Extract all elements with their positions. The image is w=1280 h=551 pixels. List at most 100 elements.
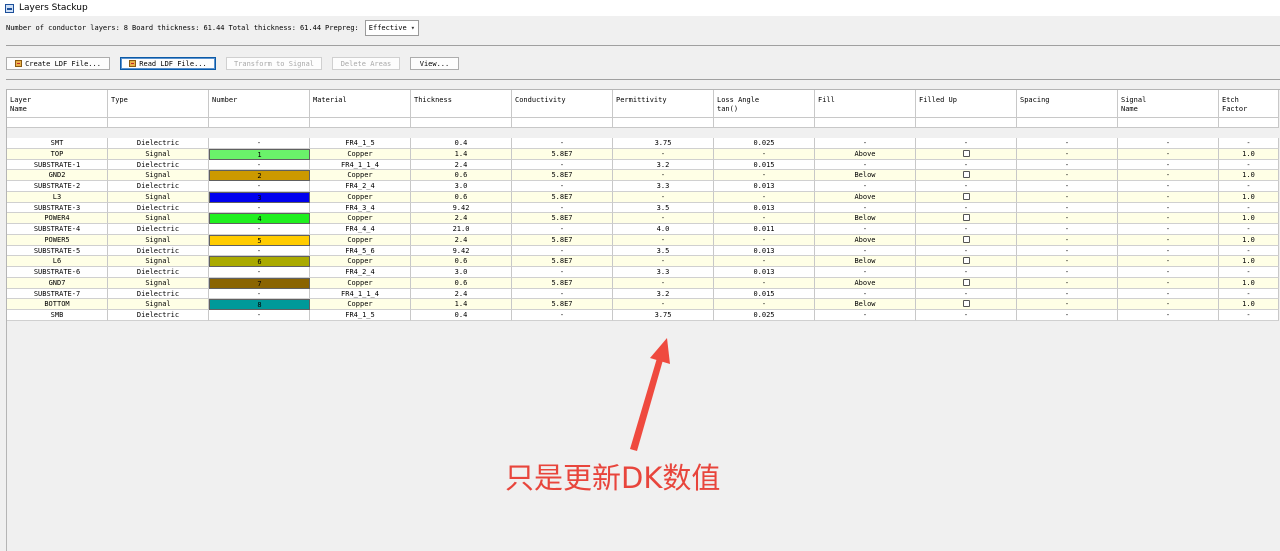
filter-cell-material[interactable] [310,118,411,128]
cell-fill[interactable]: Above [815,234,916,246]
cell-number[interactable]: - [209,245,310,257]
column-header-loss[interactable]: Loss Angle tan() [714,90,815,118]
cell-name[interactable]: SUBSTRATE-2 [7,181,108,192]
filter-cell-number[interactable] [209,118,310,128]
cell-filled-up[interactable] [916,234,1017,246]
filter-cell-etch[interactable] [1219,118,1279,128]
cell-signal-name[interactable]: - [1118,256,1219,267]
column-header-name[interactable]: Layer Name [7,90,108,118]
cell-loss[interactable]: 0.015 [714,288,815,300]
table-row[interactable]: SUBSTRATE-6 Dielectric - FR4_2_4 3.0-3.3 0.01… [7,267,1279,278]
cell-spacing[interactable]: - [1017,277,1118,289]
cell-spacing[interactable]: - [1017,159,1118,171]
cell-filled-up[interactable] [916,299,1017,310]
cell-spacing[interactable]: - [1017,245,1118,257]
read-ldf-button[interactable]: Read LDF File... [120,57,216,70]
cell-conductivity[interactable]: 5.8E7 [512,191,613,203]
filter-cell-type[interactable] [108,118,209,128]
cell-etch[interactable]: 1.0 [1219,191,1279,203]
cell-permittivity[interactable]: - [613,234,714,246]
cell-thickness[interactable]: 0.6 [411,170,512,181]
cell-thickness[interactable]: 0.6 [411,191,512,203]
filter-cell-permittivity[interactable] [613,118,714,128]
cell-fill[interactable]: - [815,224,916,235]
cell-signal-name[interactable]: - [1118,191,1219,203]
cell-number[interactable]: - [209,159,310,171]
cell-spacing[interactable]: - [1017,288,1118,300]
cell-spacing[interactable]: - [1017,202,1118,214]
layer-color-swatch[interactable]: 7 [209,277,310,289]
cell-filled-up[interactable]: - [916,288,1017,300]
cell-loss[interactable]: 0.013 [714,202,815,214]
column-header-number[interactable]: Number [209,90,310,118]
cell-name[interactable]: SUBSTRATE-6 [7,267,108,278]
table-row[interactable]: SUBSTRATE-3 Dielectric - FR4_3_4 9.42-3.5 0.0… [7,202,1279,214]
cell-loss[interactable]: 0.025 [714,138,815,149]
cell-etch[interactable]: - [1219,267,1279,278]
filled-up-checkbox[interactable] [962,300,970,308]
cell-conductivity[interactable]: - [512,138,613,149]
cell-conductivity[interactable]: 5.8E7 [512,213,613,224]
cell-material[interactable]: FR4_1_1_4 [310,159,411,171]
table-row[interactable]: GND7 Signal 7 Copper 0.6 5.8E7- - Above - -1.0 [7,277,1279,289]
cell-signal-name[interactable]: - [1118,299,1219,310]
cell-spacing[interactable]: - [1017,310,1118,321]
cell-conductivity[interactable]: 5.8E7 [512,299,613,310]
cell-etch[interactable]: 1.0 [1219,256,1279,267]
cell-thickness[interactable]: 2.4 [411,213,512,224]
cell-thickness[interactable]: 0.4 [411,310,512,321]
cell-loss[interactable]: 0.013 [714,245,815,257]
cell-fill[interactable]: - [815,310,916,321]
table-row[interactable]: SUBSTRATE-2 Dielectric - FR4_2_4 3.0-3.3 0.01… [7,181,1279,192]
filled-up-checkbox[interactable] [962,192,970,200]
cell-type[interactable]: Signal [108,256,209,267]
cell-conductivity[interactable]: 5.8E7 [512,234,613,246]
cell-conductivity[interactable]: 5.8E7 [512,277,613,289]
table-row[interactable]: SMB Dielectric - FR4_1_5 0.4-3.75 0.025- - - - - [7,310,1279,321]
table-row[interactable]: POWER5 Signal 5 Copper 2.4 5.8E7- - Above - -1.0 [7,234,1279,246]
cell-conductivity[interactable]: - [512,159,613,171]
cell-loss[interactable]: - [714,234,815,246]
cell-fill[interactable]: Below [815,170,916,181]
cell-etch[interactable]: 1.0 [1219,170,1279,181]
cell-conductivity[interactable]: - [512,181,613,192]
cell-loss[interactable]: - [714,191,815,203]
cell-name[interactable]: TOP [7,148,108,160]
cell-thickness[interactable]: 3.0 [411,267,512,278]
cell-material[interactable]: Copper [310,191,411,203]
filter-cell-signal-name[interactable] [1118,118,1219,128]
cell-fill[interactable]: - [815,288,916,300]
table-row[interactable]: SUBSTRATE-5 Dielectric - FR4_5_6 9.42-3.5 0.0… [7,245,1279,257]
cell-type[interactable]: Signal [108,170,209,181]
cell-signal-name[interactable]: - [1118,277,1219,289]
cell-spacing[interactable]: - [1017,267,1118,278]
cell-type[interactable]: Dielectric [108,245,209,257]
column-header-material[interactable]: Material [310,90,411,118]
filled-up-checkbox[interactable] [962,278,970,286]
delete-areas-button[interactable]: Delete Areas [332,57,400,70]
cell-number[interactable]: - [209,138,310,149]
cell-fill[interactable]: Below [815,299,916,310]
cell-type[interactable]: Dielectric [108,267,209,278]
cell-material[interactable]: FR4_3_4 [310,202,411,214]
cell-conductivity[interactable]: - [512,245,613,257]
cell-material[interactable]: Copper [310,299,411,310]
table-row[interactable]: SUBSTRATE-4 Dielectric - FR4_4_4 21.0-4.0 0.0… [7,224,1279,235]
filter-cell-spacing[interactable] [1017,118,1118,128]
cell-signal-name[interactable]: - [1118,148,1219,160]
cell-thickness[interactable]: 0.4 [411,138,512,149]
cell-permittivity[interactable]: 4.0 [613,224,714,235]
filter-cell-loss[interactable] [714,118,815,128]
cell-type[interactable]: Signal [108,234,209,246]
cell-permittivity[interactable]: 3.5 [613,245,714,257]
cell-material[interactable]: Copper [310,234,411,246]
prepreg-select[interactable]: Effective ▾ [364,20,419,36]
cell-name[interactable]: SMT [7,138,108,149]
cell-thickness[interactable]: 9.42 [411,245,512,257]
cell-material[interactable]: FR4_1_5 [310,138,411,149]
filled-up-checkbox[interactable] [962,235,970,243]
cell-name[interactable]: SUBSTRATE-7 [7,288,108,300]
cell-name[interactable]: SUBSTRATE-4 [7,224,108,235]
cell-permittivity[interactable]: - [613,148,714,160]
cell-spacing[interactable]: - [1017,191,1118,203]
